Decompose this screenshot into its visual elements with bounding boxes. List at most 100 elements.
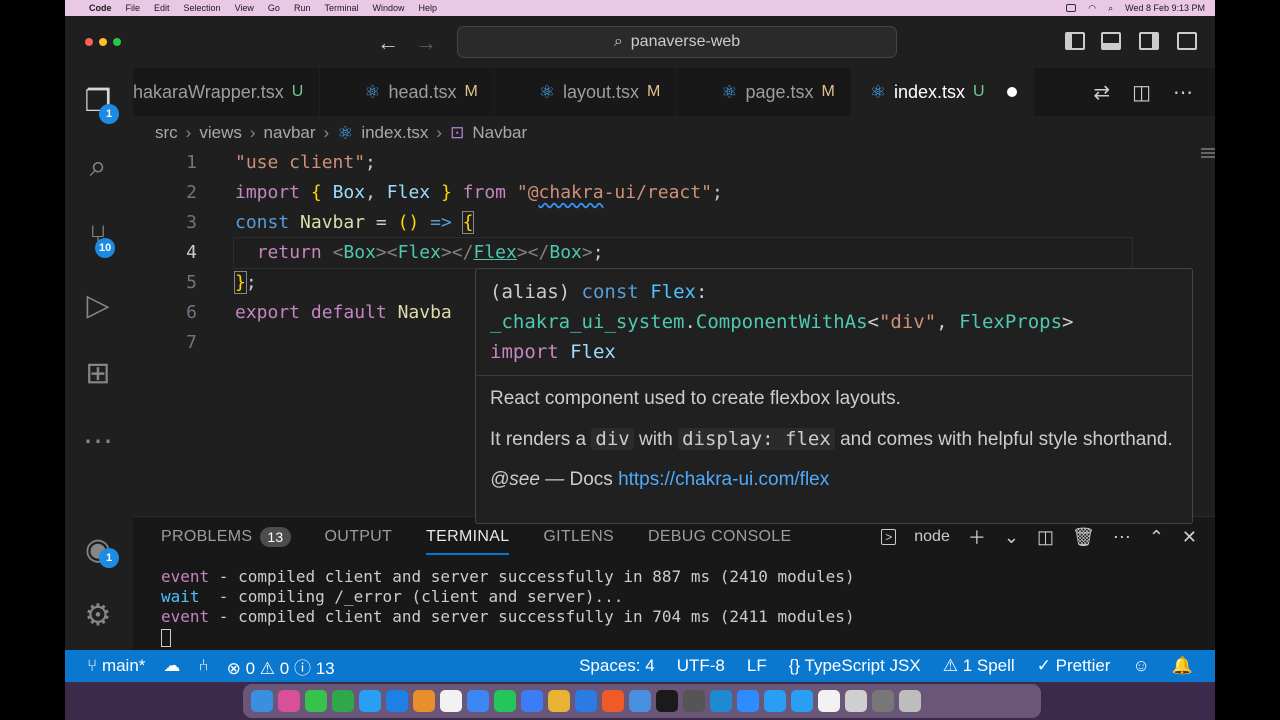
document-icon[interactable] (818, 690, 840, 712)
chevron-right-icon: › (249, 123, 256, 142)
tab-index[interactable]: ⚛ index.tsx U (851, 68, 1034, 116)
docs-link[interactable]: https://chakra-ui.com/flex (618, 469, 829, 490)
more-actions-icon[interactable]: ⋯ (1173, 80, 1193, 105)
docker-desktop-icon[interactable] (764, 690, 786, 712)
breadcrumb-file[interactable]: index.tsx (361, 123, 428, 143)
wifi-icon[interactable]: ◠ (1088, 3, 1096, 14)
back-arrow-icon[interactable]: ← (377, 30, 399, 56)
menubar-clock[interactable]: Wed 8 Feb 9:13 PM (1125, 3, 1205, 13)
tab-page[interactable]: ⚛ page.tsx M (677, 68, 852, 116)
app-store-icon[interactable] (467, 690, 489, 712)
tab-head[interactable]: ⚛ head.tsx M (320, 68, 495, 116)
keyword-token: import (235, 182, 301, 203)
trash-icon[interactable] (899, 690, 921, 712)
terminal-name[interactable]: node (914, 528, 950, 546)
menu-run[interactable]: Run (294, 3, 311, 13)
feedback-icon[interactable]: ☺ (1132, 656, 1149, 676)
close-panel-icon[interactable]: ✕ (1182, 527, 1197, 548)
docker-extra-icon[interactable] (791, 690, 813, 712)
tab-chakra-wrapper[interactable]: hakaraWrapper.tsx U (133, 68, 321, 116)
finder-icon[interactable] (251, 690, 273, 712)
search-view-icon[interactable]: ⌕ (79, 148, 117, 186)
close-window-icon[interactable] (85, 38, 93, 46)
qbittorrent-icon[interactable] (629, 690, 651, 712)
docker-icon[interactable] (359, 690, 381, 712)
split-terminal-icon[interactable]: ◫ (1037, 527, 1054, 548)
tab-layout[interactable]: ⚛ layout.tsx M (495, 68, 678, 116)
menu-app[interactable]: Code (89, 3, 112, 13)
prettier-item[interactable]: ✓ Prettier (1037, 656, 1111, 676)
menu-window[interactable]: Window (372, 3, 404, 13)
tab-output[interactable]: OUTPUT (325, 517, 393, 557)
chevron-down-icon[interactable]: ⌄ (1004, 527, 1019, 548)
inline-code: display: flex (678, 428, 835, 450)
minimap[interactable] (1201, 148, 1215, 160)
jsx-tag-hovered-token[interactable]: Flex (473, 242, 516, 263)
notifications-bell-icon[interactable]: 🔔 (1172, 656, 1193, 676)
language-item[interactable]: {} TypeScript JSX (789, 656, 921, 676)
breadcrumb-navbar[interactable]: navbar (264, 123, 316, 143)
spell-item[interactable]: ⚠ 1 Spell (943, 656, 1015, 676)
zoom-window-icon[interactable] (113, 38, 121, 46)
forward-arrow-icon[interactable]: → (415, 30, 437, 56)
zoom-icon[interactable] (737, 690, 759, 712)
customize-layout-icon[interactable] (1177, 32, 1197, 50)
terminal-output[interactable]: event - compiled client and server succe… (161, 567, 855, 647)
preview-icon[interactable] (845, 690, 867, 712)
teams-icon[interactable] (521, 690, 543, 712)
menu-view[interactable]: View (235, 3, 254, 13)
new-terminal-plus-icon[interactable]: ＋ (968, 524, 986, 550)
toggle-sidebar-icon[interactable] (1065, 32, 1085, 50)
kill-terminal-trash-icon[interactable]: 🗑 (1072, 527, 1095, 548)
menu-help[interactable]: Help (418, 3, 437, 13)
more-views-icon[interactable]: ⋯ (79, 422, 117, 460)
indentation-item[interactable]: Spaces: 4 (579, 656, 655, 676)
more-actions-icon[interactable]: ⋯ (1113, 527, 1131, 548)
run-debug-icon[interactable]: ▷ (79, 286, 117, 324)
unsaved-dot-icon[interactable] (1006, 87, 1017, 97)
messages-icon[interactable] (305, 690, 327, 712)
menu-file[interactable]: File (126, 3, 141, 13)
git-branch-icon: ⑂ (87, 656, 98, 675)
menu-edit[interactable]: Edit (154, 3, 170, 13)
toggle-panel-icon[interactable] (1101, 32, 1121, 50)
minimize-window-icon[interactable] (99, 38, 107, 46)
chevron-right-icon: › (436, 123, 443, 142)
branch-item[interactable]: ⑂ main* (87, 656, 145, 676)
whatsapp-icon[interactable] (494, 690, 516, 712)
spotlight-icon[interactable]: ⌕ (1108, 3, 1113, 14)
breadcrumb-src[interactable]: src (155, 123, 178, 143)
sync-cloud-icon[interactable]: ☁ (163, 656, 180, 676)
terminal-app-icon[interactable] (656, 690, 678, 712)
gitlens-icon[interactable]: ⑃ (198, 656, 208, 676)
extensions-icon[interactable]: ⊞ (79, 354, 117, 392)
menu-go[interactable]: Go (268, 3, 280, 13)
menu-terminal[interactable]: Terminal (324, 3, 358, 13)
github-icon[interactable] (683, 690, 705, 712)
chrome-icon[interactable] (548, 690, 570, 712)
screens-icon[interactable] (872, 690, 894, 712)
launchpad-icon[interactable] (278, 690, 300, 712)
split-editor-icon[interactable]: ◫ (1132, 80, 1151, 105)
facetime-icon[interactable] (332, 690, 354, 712)
menu-selection[interactable]: Selection (184, 3, 221, 13)
compare-changes-icon[interactable]: ⇄ (1093, 80, 1110, 105)
calendar-icon[interactable] (440, 690, 462, 712)
tab-problems[interactable]: PROBLEMS 13 (161, 517, 291, 557)
safari-icon[interactable] (386, 690, 408, 712)
maximize-panel-icon[interactable]: ⌃ (1149, 527, 1164, 548)
command-center[interactable]: ⌕ panaverse-web (457, 26, 897, 58)
problems-item[interactable]: ⊗ 0 ⚠ 0 ⓘ 13 (227, 654, 335, 679)
battery-icon[interactable] (1066, 4, 1077, 12)
manage-gear-icon[interactable]: ⚙ (79, 596, 117, 634)
line-number: 7 (186, 332, 197, 353)
breadcrumb-views[interactable]: views (199, 123, 242, 143)
toggle-secondary-sidebar-icon[interactable] (1139, 32, 1159, 50)
maps-icon[interactable] (575, 690, 597, 712)
photos-icon[interactable] (413, 690, 435, 712)
breadcrumb-symbol[interactable]: Navbar (472, 123, 527, 143)
vscode-icon[interactable] (710, 690, 732, 712)
encoding-item[interactable]: UTF-8 (677, 656, 725, 676)
swift-icon[interactable] (602, 690, 624, 712)
eol-item[interactable]: LF (747, 656, 767, 676)
